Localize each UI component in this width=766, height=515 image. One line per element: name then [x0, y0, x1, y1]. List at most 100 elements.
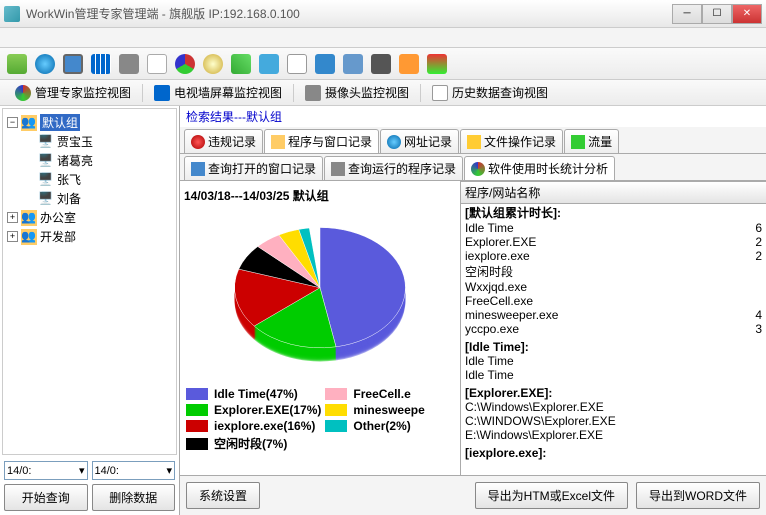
minimize-button[interactable]: ─	[672, 4, 702, 24]
collapse-icon[interactable]: −	[7, 117, 18, 128]
list-item[interactable]: yccpo.exe3	[461, 322, 766, 336]
tab-program-window[interactable]: 程序与窗口记录	[264, 129, 379, 153]
legend-item: iexplore.exe(16%)	[186, 419, 321, 433]
tree-node-user[interactable]: 🖥️张飞	[7, 170, 172, 189]
tree-node-user[interactable]: 🖥️贾宝玉	[7, 132, 172, 151]
tab-monitor-view[interactable]: 管理专家监控视图	[6, 80, 140, 105]
subtab-program-record[interactable]: 查询运行的程序记录	[324, 156, 463, 180]
list-item[interactable]: C:\WINDOWS\Explorer.EXE	[461, 414, 766, 428]
toolbar-doc-icon[interactable]	[284, 51, 310, 77]
legend-swatch	[186, 420, 208, 432]
delete-data-button[interactable]: 删除数据	[92, 484, 176, 511]
tree-node-dev[interactable]: + 👥 开发部	[7, 227, 172, 246]
toolbar-grid-icon[interactable]	[88, 51, 114, 77]
program-list[interactable]: 程序/网站名称 [默认组累计时长]:Idle Time6Explorer.EXE…	[460, 181, 766, 475]
tab-url[interactable]: 网址记录	[380, 129, 459, 153]
subtab-usage-stats[interactable]: 软件使用时长统计分析	[464, 156, 615, 180]
legend-swatch	[186, 438, 208, 450]
toolbar-film-icon[interactable]	[368, 51, 394, 77]
start-query-button[interactable]: 开始查询	[4, 484, 88, 511]
subtab-window-record[interactable]: 查询打开的窗口记录	[184, 156, 323, 180]
tab-label: 管理专家监控视图	[35, 84, 131, 101]
list-item[interactable]: Idle Time	[461, 354, 766, 368]
legend-label: minesweepe	[353, 403, 424, 417]
view-tabs-bar: 管理专家监控视图 电视墙屏幕监控视图 摄像头监控视图 历史数据查询视图	[0, 80, 766, 106]
pie-chart	[220, 212, 420, 377]
toolbar-person-icon[interactable]	[396, 51, 422, 77]
tab-violation[interactable]: 违规记录	[184, 129, 263, 153]
tab-traffic[interactable]: 流量	[564, 129, 619, 153]
tab-tvwall-view[interactable]: 电视墙屏幕监控视图	[145, 80, 291, 105]
toolbar-globe-icon[interactable]	[32, 51, 58, 77]
maximize-button[interactable]: ☐	[702, 4, 732, 24]
globe-icon	[387, 135, 401, 149]
system-settings-button[interactable]: 系统设置	[186, 482, 260, 509]
monitor-icon: 🖥️	[38, 172, 54, 188]
list-item[interactable]: FreeCell.exe	[461, 294, 766, 308]
window-icon	[191, 162, 205, 176]
toolbar-screen-icon[interactable]	[340, 51, 366, 77]
legend-swatch	[325, 404, 347, 416]
list-item[interactable]: C:\Windows\Explorer.EXE	[461, 400, 766, 414]
list-header: 程序/网站名称	[461, 182, 766, 204]
group-tree[interactable]: − 👥 默认组 🖥️贾宝玉🖥️诸葛亮🖥️张飞🖥️刘备 + 👥 办公室 + 👥 开…	[2, 108, 177, 455]
forbidden-icon	[191, 135, 205, 149]
expand-icon[interactable]: +	[7, 231, 18, 242]
toolbar-page-icon[interactable]	[144, 51, 170, 77]
sub-tabs: 查询打开的窗口记录 查询运行的程序记录 软件使用时长统计分析	[180, 154, 766, 181]
toolbar-icon-1[interactable]	[4, 51, 30, 77]
toolbar-clock-icon[interactable]	[200, 51, 226, 77]
tree-node-user[interactable]: 🖥️刘备	[7, 189, 172, 208]
list-group-header: [Explorer.EXE]:	[461, 386, 766, 400]
list-item[interactable]: Explorer.EXE2	[461, 235, 766, 249]
list-item[interactable]: 空闲时段	[461, 263, 766, 280]
legend-label: Other(2%)	[353, 419, 410, 433]
tree-label: 默认组	[40, 114, 80, 131]
tree-node-office[interactable]: + 👥 办公室	[7, 208, 172, 227]
export-html-button[interactable]: 导出为HTM或Excel文件	[475, 482, 628, 509]
date-from-select[interactable]: 14/0:▾	[4, 461, 88, 480]
right-panel: 检索结果---默认组 违规记录 程序与窗口记录 网址记录 文件操作记录 流量 查…	[180, 106, 766, 515]
left-panel: − 👥 默认组 🖥️贾宝玉🖥️诸葛亮🖥️张飞🖥️刘备 + 👥 办公室 + 👥 开…	[0, 106, 180, 515]
tree-node-root[interactable]: − 👥 默认组	[7, 113, 172, 132]
toolbar-users-icon[interactable]	[256, 51, 282, 77]
tree-label: 办公室	[40, 209, 76, 226]
list-item[interactable]: Idle Time6	[461, 221, 766, 235]
toolbar-monitor-icon[interactable]	[60, 51, 86, 77]
export-word-button[interactable]: 导出到WORD文件	[636, 482, 760, 509]
list-item[interactable]: E:\Windows\Explorer.EXE	[461, 428, 766, 442]
toolbar-camera-icon[interactable]	[116, 51, 142, 77]
list-item[interactable]: Wxxjqd.exe	[461, 280, 766, 294]
toolbar-pie-icon[interactable]	[172, 51, 198, 77]
legend-label: FreeCell.e	[353, 387, 410, 401]
gear-icon	[331, 162, 345, 176]
menubar	[0, 28, 766, 48]
tree-node-user[interactable]: 🖥️诸葛亮	[7, 151, 172, 170]
legend-swatch	[325, 388, 347, 400]
legend-swatch	[325, 420, 347, 432]
tree-label: 刘备	[57, 190, 81, 207]
tab-file-ops[interactable]: 文件操作记录	[460, 129, 563, 153]
tree-label: 开发部	[40, 228, 76, 245]
legend-item: 空闲时段(7%)	[186, 435, 321, 452]
close-button[interactable]: ✕	[732, 4, 762, 24]
list-group-header: [iexplore.exe]:	[461, 446, 766, 460]
toolbar-shield-icon[interactable]	[424, 51, 450, 77]
toolbar-folder-icon[interactable]	[312, 51, 338, 77]
app-icon	[4, 6, 20, 22]
chart-panel: 14/03/18---14/03/25 默认组 Idle Time(47%)Fr…	[180, 181, 460, 475]
list-item[interactable]: iexplore.exe2	[461, 249, 766, 263]
list-item[interactable]: Idle Time	[461, 368, 766, 382]
list-item[interactable]: minesweeper.exe4	[461, 308, 766, 322]
date-to-select[interactable]: 14/0:▾	[92, 461, 176, 480]
legend-label: iexplore.exe(16%)	[214, 419, 315, 433]
tab-label: 历史数据查询视图	[452, 84, 548, 101]
toolbar-arrow-icon[interactable]	[228, 51, 254, 77]
tab-history-view[interactable]: 历史数据查询视图	[423, 80, 557, 105]
expand-icon[interactable]: +	[7, 212, 18, 223]
legend-item: FreeCell.e	[325, 387, 454, 401]
tree-label: 贾宝玉	[57, 133, 93, 150]
monitor-icon: 🖥️	[38, 191, 54, 207]
search-result-label: 检索结果---默认组	[180, 106, 766, 127]
tab-camera-view[interactable]: 摄像头监控视图	[296, 80, 418, 105]
